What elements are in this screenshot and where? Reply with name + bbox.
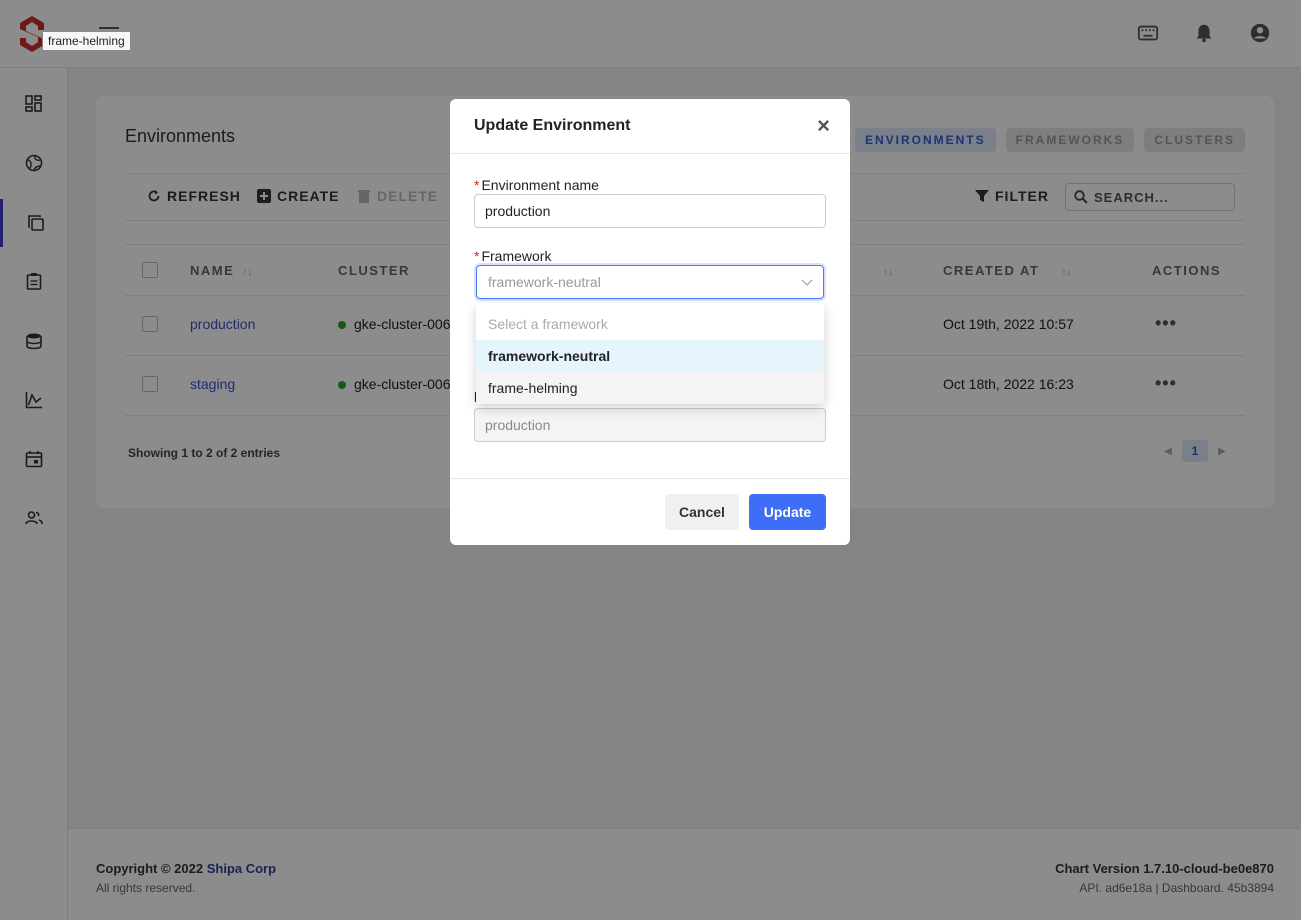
cancel-button[interactable]: Cancel	[665, 494, 739, 530]
divider	[450, 153, 850, 154]
close-icon[interactable]: ×	[817, 115, 830, 137]
update-button[interactable]: Update	[749, 494, 826, 530]
framework-dropdown-menu: Select a framework framework-neutral fra…	[476, 303, 824, 404]
framework-select-value: framework-neutral	[488, 274, 601, 290]
framework-select[interactable]: framework-neutral	[476, 265, 824, 299]
environment-name-field[interactable]: production	[474, 194, 826, 228]
dropdown-placeholder: Select a framework	[488, 315, 608, 332]
update-environment-dialog: Update Environment × * Environment name p…	[450, 99, 850, 545]
dialog-title: Update Environment	[474, 117, 631, 134]
framework-label: * Framework	[474, 248, 552, 264]
divider	[450, 478, 850, 479]
environment-name-label: * Environment name	[474, 177, 599, 193]
dropdown-option[interactable]: framework-neutral	[476, 340, 824, 372]
dropdown-option[interactable]: frame-helming	[476, 372, 824, 404]
tooltip: frame-helming	[42, 31, 131, 51]
chevron-down-icon	[801, 279, 813, 286]
namespace-field: production	[474, 408, 826, 442]
